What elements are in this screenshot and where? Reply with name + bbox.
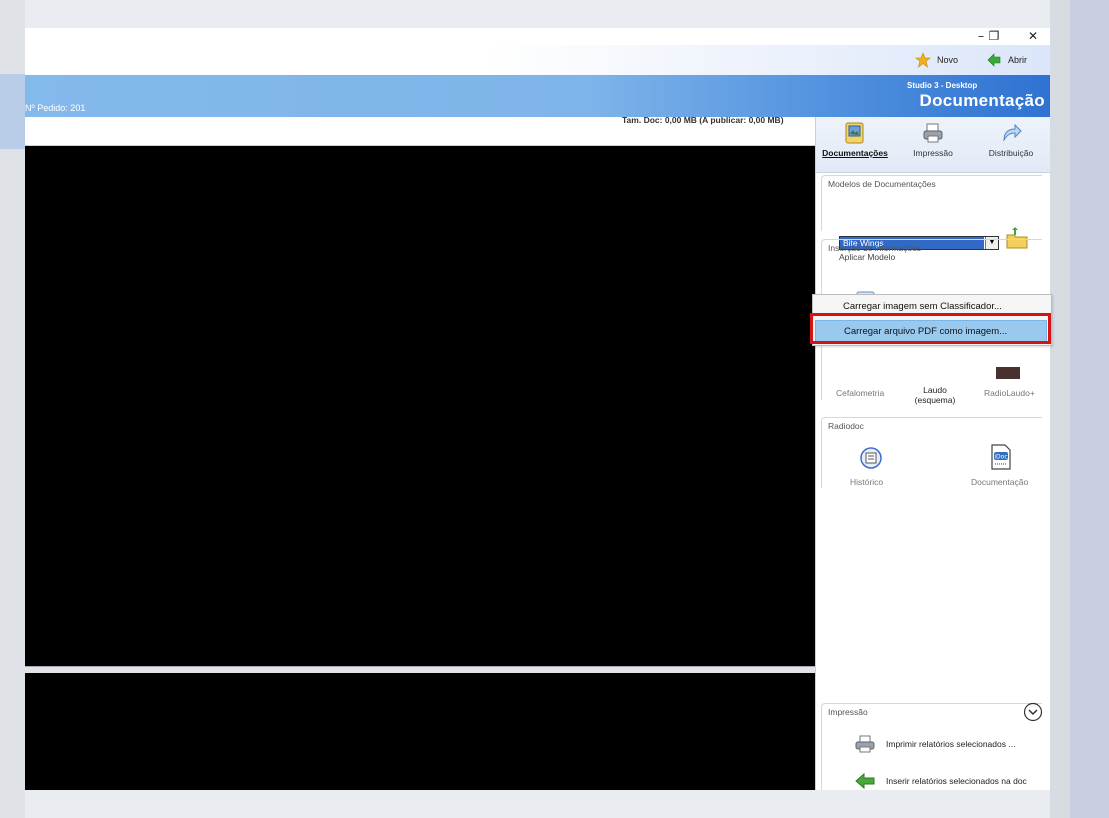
documentacao-label: Documentação xyxy=(971,477,1029,487)
new-label: Novo xyxy=(937,55,959,65)
radiolaudo-icon xyxy=(996,367,1020,381)
header-banner: Nº Pedido: 201 Studio 3 - Desktop Docume… xyxy=(25,75,1050,117)
insert-selected-row[interactable]: Inserir relatórios selecionados na doc xyxy=(854,771,1027,790)
group-label: Impressão xyxy=(828,707,868,717)
tab-documentacoes[interactable]: Documentações xyxy=(816,117,894,173)
page-title: Documentação xyxy=(919,91,1045,110)
open-button[interactable]: Abrir xyxy=(986,51,1027,69)
tab-label: Documentações xyxy=(822,148,888,158)
group-label: Modelos de Documentações xyxy=(828,179,936,189)
radiolaudo-button[interactable]: RadioLaudo+ xyxy=(984,388,1035,398)
studio-label: Studio 3 - Desktop xyxy=(907,81,978,90)
title-bar: – ❐ ✕ xyxy=(25,28,1050,45)
svg-text:iDoc: iDoc xyxy=(994,454,1007,461)
group-label: Radiodoc xyxy=(828,421,864,431)
arrow-left-icon xyxy=(855,772,875,790)
cefalometria-button[interactable]: Cefalometria xyxy=(836,388,884,398)
image-viewport[interactable] xyxy=(25,146,815,666)
doc-size-label: Tam. Doc: 0,00 MB (A publicar: 0,00 MB) xyxy=(622,115,784,125)
radiolaudo-image-icon xyxy=(996,367,1020,379)
open-icon xyxy=(987,53,1001,67)
historico-label: Histórico xyxy=(850,477,884,487)
tab-bar: Documentações Impressão Distribuição xyxy=(816,117,1050,173)
printer-icon xyxy=(923,123,943,143)
print-selected-row[interactable]: Imprimir relatórios selecionados ... xyxy=(854,734,1015,754)
insert-selected-label: Inserir relatórios selecionados na doc xyxy=(886,776,1027,786)
collapse-button[interactable] xyxy=(1023,702,1043,724)
documents-icon xyxy=(845,122,864,144)
close-button[interactable]: ✕ xyxy=(1019,28,1047,45)
history-icon xyxy=(860,447,882,469)
laudo-button[interactable]: Laudo (esquema) xyxy=(910,385,960,405)
new-icon xyxy=(915,52,931,68)
restore-button[interactable]: ❐ xyxy=(980,28,1008,45)
group-modelos: Modelos de Documentações xyxy=(821,175,1042,231)
print-selected-label: Imprimir relatórios selecionados ... xyxy=(886,739,1016,749)
open-label: Abrir xyxy=(1008,55,1028,65)
highlight-box xyxy=(810,313,1051,344)
background-right-inner xyxy=(1070,0,1109,818)
toolbar: Novo Abrir xyxy=(25,45,1050,75)
right-panel: Documentações Impressão Distribuição Mod… xyxy=(815,117,1050,790)
idoc-icon: iDoc xyxy=(991,444,1011,470)
group-label: Inserção de informações xyxy=(828,243,922,253)
tab-label: Impressão xyxy=(913,148,953,158)
tab-label: Distribuição xyxy=(988,148,1034,158)
app-window: – ❐ ✕ Novo Abrir Nº Pedido: 201 Studio 3… xyxy=(25,28,1050,790)
report-viewport[interactable] xyxy=(25,673,815,790)
tab-distribuicao[interactable]: Distribuição xyxy=(972,117,1050,173)
chevron-down-circle-icon xyxy=(1023,702,1043,722)
share-icon xyxy=(1003,123,1022,142)
printer-icon xyxy=(855,735,875,753)
documentacao-button[interactable]: iDoc xyxy=(988,443,1014,473)
historico-button[interactable] xyxy=(858,444,884,472)
background-strip xyxy=(0,74,25,149)
new-button[interactable]: Novo xyxy=(915,51,958,69)
tab-impressao[interactable]: Impressão xyxy=(894,117,972,173)
order-number: Nº Pedido: 201 xyxy=(25,103,86,113)
